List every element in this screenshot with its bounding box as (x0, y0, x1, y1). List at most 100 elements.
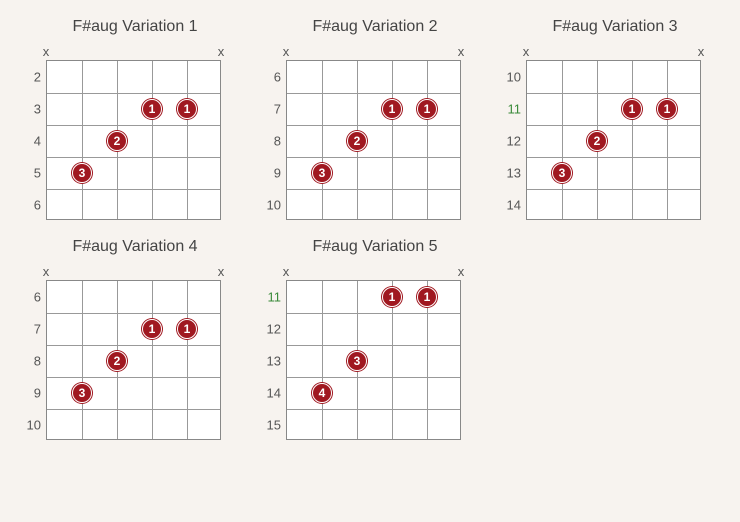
string-line (152, 61, 153, 219)
fret-line (47, 345, 220, 346)
chord-diagram: xx6789101123 (46, 264, 221, 440)
fret-number: 10 (23, 418, 41, 433)
fret-line (47, 125, 220, 126)
mute-marker: x (43, 44, 50, 59)
mute-marker: x (458, 44, 465, 59)
string-markers: xx (46, 44, 221, 60)
fret-line (287, 377, 460, 378)
fret-number: 13 (503, 166, 521, 181)
chord-chart: F#aug Variation 2xx6789101123 (260, 18, 470, 220)
fret-line (47, 313, 220, 314)
chart-title: F#aug Variation 5 (280, 238, 470, 256)
fret-number: 11 (263, 290, 281, 305)
fret-number: 2 (23, 70, 41, 85)
string-line (632, 61, 633, 219)
fret-line (287, 189, 460, 190)
fret-line (287, 313, 460, 314)
fret-number: 6 (23, 290, 41, 305)
fret-line (527, 125, 700, 126)
string-line (322, 61, 323, 219)
fret-line (287, 157, 460, 158)
chord-chart: F#aug Variation 1xx234561123 (20, 18, 230, 220)
chord-chart: F#aug Variation 4xx6789101123 (20, 238, 230, 440)
finger-dot: 3 (552, 163, 572, 183)
fret-number: 14 (503, 198, 521, 213)
mute-marker: x (458, 264, 465, 279)
mute-marker: x (523, 44, 530, 59)
string-markers: xx (526, 44, 701, 60)
chord-diagram: xx11121314151134 (286, 264, 461, 440)
fretboard: 10111213141123 (526, 60, 701, 220)
fret-number: 6 (263, 70, 281, 85)
string-line (82, 61, 83, 219)
string-markers: xx (286, 264, 461, 280)
finger-dot: 2 (107, 131, 127, 151)
mute-marker: x (283, 264, 290, 279)
fret-number: 6 (23, 198, 41, 213)
string-line (562, 61, 563, 219)
fret-number: 10 (263, 198, 281, 213)
fret-number: 7 (23, 322, 41, 337)
string-line (82, 281, 83, 439)
mute-marker: x (283, 44, 290, 59)
fret-number: 8 (23, 354, 41, 369)
finger-dot: 1 (142, 319, 162, 339)
fret-number: 10 (503, 70, 521, 85)
fret-line (47, 189, 220, 190)
mute-marker: x (43, 264, 50, 279)
string-line (152, 281, 153, 439)
chart-title: F#aug Variation 1 (40, 18, 230, 36)
fret-line (527, 189, 700, 190)
fret-line (47, 377, 220, 378)
fret-number: 12 (503, 134, 521, 149)
string-markers: xx (286, 44, 461, 60)
chord-grid: F#aug Variation 1xx234561123F#aug Variat… (20, 18, 720, 440)
finger-dot: 1 (657, 99, 677, 119)
finger-dot: 1 (417, 99, 437, 119)
fretboard: 6789101123 (286, 60, 461, 220)
fret-number: 4 (23, 134, 41, 149)
finger-dot: 1 (382, 287, 402, 307)
chord-chart: F#aug Variation 3xx10111213141123 (500, 18, 710, 220)
fret-number: 9 (23, 386, 41, 401)
mute-marker: x (218, 264, 225, 279)
finger-dot: 3 (312, 163, 332, 183)
fret-number: 8 (263, 134, 281, 149)
fret-line (287, 125, 460, 126)
fret-line (287, 93, 460, 94)
finger-dot: 1 (417, 287, 437, 307)
string-line (187, 61, 188, 219)
chart-title: F#aug Variation 2 (280, 18, 470, 36)
fret-line (287, 345, 460, 346)
fret-number: 11 (503, 102, 521, 117)
string-line (667, 61, 668, 219)
fret-number: 7 (263, 102, 281, 117)
fret-line (527, 93, 700, 94)
fret-line (47, 157, 220, 158)
string-markers: xx (46, 264, 221, 280)
fret-line (287, 409, 460, 410)
fret-number: 13 (263, 354, 281, 369)
fretboard: 234561123 (46, 60, 221, 220)
string-line (392, 61, 393, 219)
fret-number: 15 (263, 418, 281, 433)
string-line (427, 61, 428, 219)
chord-diagram: xx6789101123 (286, 44, 461, 220)
finger-dot: 2 (347, 131, 367, 151)
finger-dot: 3 (72, 163, 92, 183)
mute-marker: x (218, 44, 225, 59)
fret-number: 5 (23, 166, 41, 181)
string-line (322, 281, 323, 439)
chord-chart: F#aug Variation 5xx11121314151134 (260, 238, 470, 440)
finger-dot: 1 (177, 99, 197, 119)
fret-number: 14 (263, 386, 281, 401)
fretboard: 11121314151134 (286, 280, 461, 440)
finger-dot: 1 (142, 99, 162, 119)
finger-dot: 1 (177, 319, 197, 339)
mute-marker: x (698, 44, 705, 59)
finger-dot: 2 (587, 131, 607, 151)
fretboard: 6789101123 (46, 280, 221, 440)
finger-dot: 4 (312, 383, 332, 403)
fret-number: 3 (23, 102, 41, 117)
finger-dot: 3 (347, 351, 367, 371)
